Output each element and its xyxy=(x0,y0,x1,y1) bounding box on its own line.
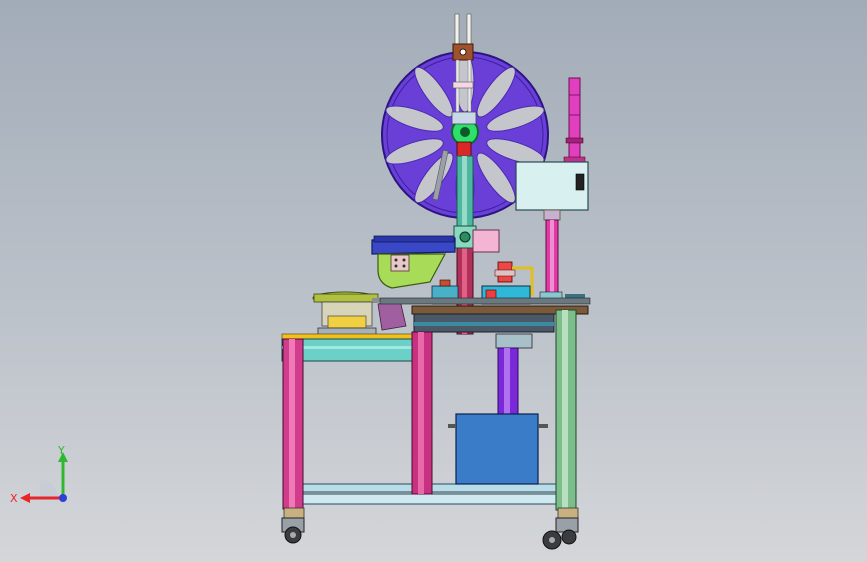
caster-wheels[interactable] xyxy=(281,507,579,550)
machine-model[interactable] xyxy=(0,0,867,562)
machine-frame[interactable] xyxy=(281,305,589,511)
orientation-triad: Y X xyxy=(10,444,68,505)
lower-drive-unit[interactable] xyxy=(448,333,548,485)
cad-viewport[interactable]: Y X xyxy=(0,0,867,562)
z-axis-dot-icon xyxy=(59,494,67,502)
triad-x-label: X xyxy=(10,492,18,505)
triad-y-label: Y xyxy=(57,444,65,457)
triad-plane-icon xyxy=(40,480,58,498)
